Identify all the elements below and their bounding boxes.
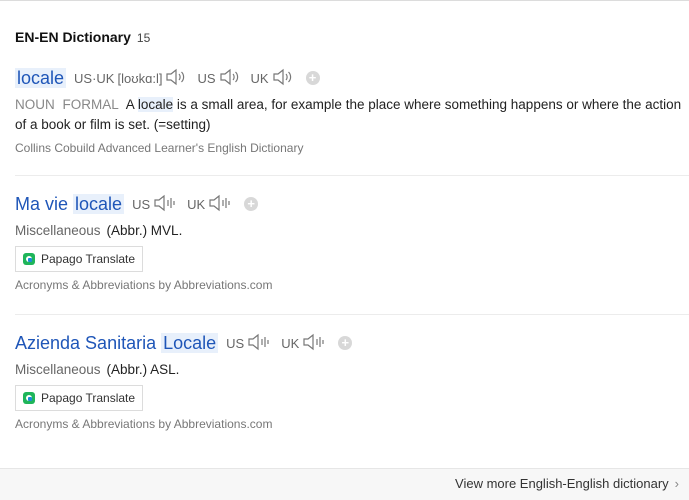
source-label: Acronyms & Abbreviations by Abbreviation…	[15, 417, 273, 431]
papago-icon	[23, 392, 35, 404]
papago-icon	[23, 253, 35, 265]
dictionary-header: EN-EN Dictionary 15	[15, 29, 150, 45]
view-more-label[interactable]: View more English-English dictionary	[455, 476, 669, 491]
definition-highlight: locale	[137, 97, 174, 112]
speaker-icon[interactable]	[272, 68, 294, 89]
source-label: Collins Cobuild Advanced Learner's Engli…	[15, 141, 304, 155]
view-more-link[interactable]: View more English-English dictionary ›	[455, 476, 679, 491]
divider	[15, 314, 689, 315]
speaker-icon[interactable]	[153, 194, 177, 215]
pronunciation: US UK +	[132, 194, 259, 215]
pron-us-uk-label: US·UK	[74, 70, 115, 86]
pronunciation: US·UK [loʊkɑ:l] US UK +	[74, 68, 320, 89]
result-count: 15	[136, 31, 151, 45]
chevron-right-icon: ›	[674, 476, 679, 491]
pron-us-label: US	[197, 70, 216, 86]
pron-uk-label: UK	[250, 70, 269, 86]
papago-translate-label: Papago Translate	[41, 252, 136, 266]
divider	[15, 175, 689, 176]
part-of-speech: NOUN	[15, 97, 55, 112]
pron-us-label: US	[226, 335, 245, 351]
entry-word[interactable]: Ma vie locale	[15, 193, 125, 215]
pron-uk-label: UK	[281, 335, 300, 351]
pron-uk-label: UK	[187, 196, 206, 212]
speaker-icon[interactable]	[208, 194, 232, 215]
plus-circle-icon[interactable]: +	[305, 71, 320, 85]
entry-word[interactable]: locale	[15, 67, 67, 89]
entry-locale: locale US·UK [loʊkɑ:l] US UK + NOUN FORM…	[15, 65, 689, 155]
entry-word-prefix[interactable]: Ma vie	[15, 194, 68, 214]
pronunciation: US UK +	[226, 333, 353, 354]
speaker-icon[interactable]	[247, 333, 271, 354]
source-label: Acronyms & Abbreviations by Abbreviation…	[15, 278, 273, 292]
papago-translate-label: Papago Translate	[41, 391, 136, 405]
plus-circle-icon[interactable]: +	[338, 336, 353, 350]
entry-word-prefix[interactable]: Azienda Sanitaria	[15, 333, 156, 353]
speaker-icon[interactable]	[219, 68, 241, 89]
papago-translate-button[interactable]: Papago Translate	[15, 246, 144, 272]
abbreviation-row: Miscellaneous (Abbr.) MVL.	[15, 223, 689, 238]
entry-ma-vie-locale: Ma vie locale US UK + Miscellaneous (Abb…	[15, 191, 689, 292]
entry-word[interactable]: Azienda Sanitaria Locale	[15, 332, 219, 354]
definition: NOUN FORMAL A locale is a small area, fo…	[15, 95, 689, 135]
abbreviation-row: Miscellaneous (Abbr.) ASL.	[15, 362, 689, 377]
entry-word-highlight[interactable]: Locale	[161, 332, 219, 353]
entry-word-highlight[interactable]: locale	[15, 67, 67, 88]
category-label: Miscellaneous	[15, 362, 101, 377]
papago-translate-button[interactable]: Papago Translate	[15, 385, 144, 411]
category-label: Miscellaneous	[15, 223, 101, 238]
abbreviation: (Abbr.) MVL.	[106, 223, 183, 238]
top-divider	[0, 0, 689, 1]
plus-circle-icon[interactable]: +	[244, 197, 259, 211]
abbreviation: (Abbr.) ASL.	[106, 362, 180, 377]
pron-ipa: [loʊkɑ:l]	[117, 70, 163, 86]
dictionary-title: EN-EN Dictionary	[15, 29, 131, 45]
speaker-icon[interactable]	[302, 333, 326, 354]
entry-azienda-sanitaria-locale: Azienda Sanitaria Locale US UK + Miscell…	[15, 330, 689, 431]
definition-prefix: A	[125, 97, 135, 112]
footer-bar: View more English-English dictionary ›	[0, 468, 689, 500]
entry-word-highlight[interactable]: locale	[73, 193, 125, 214]
speaker-icon[interactable]	[165, 68, 187, 89]
register-label: FORMAL	[62, 97, 119, 112]
pron-us-label: US	[132, 196, 151, 212]
